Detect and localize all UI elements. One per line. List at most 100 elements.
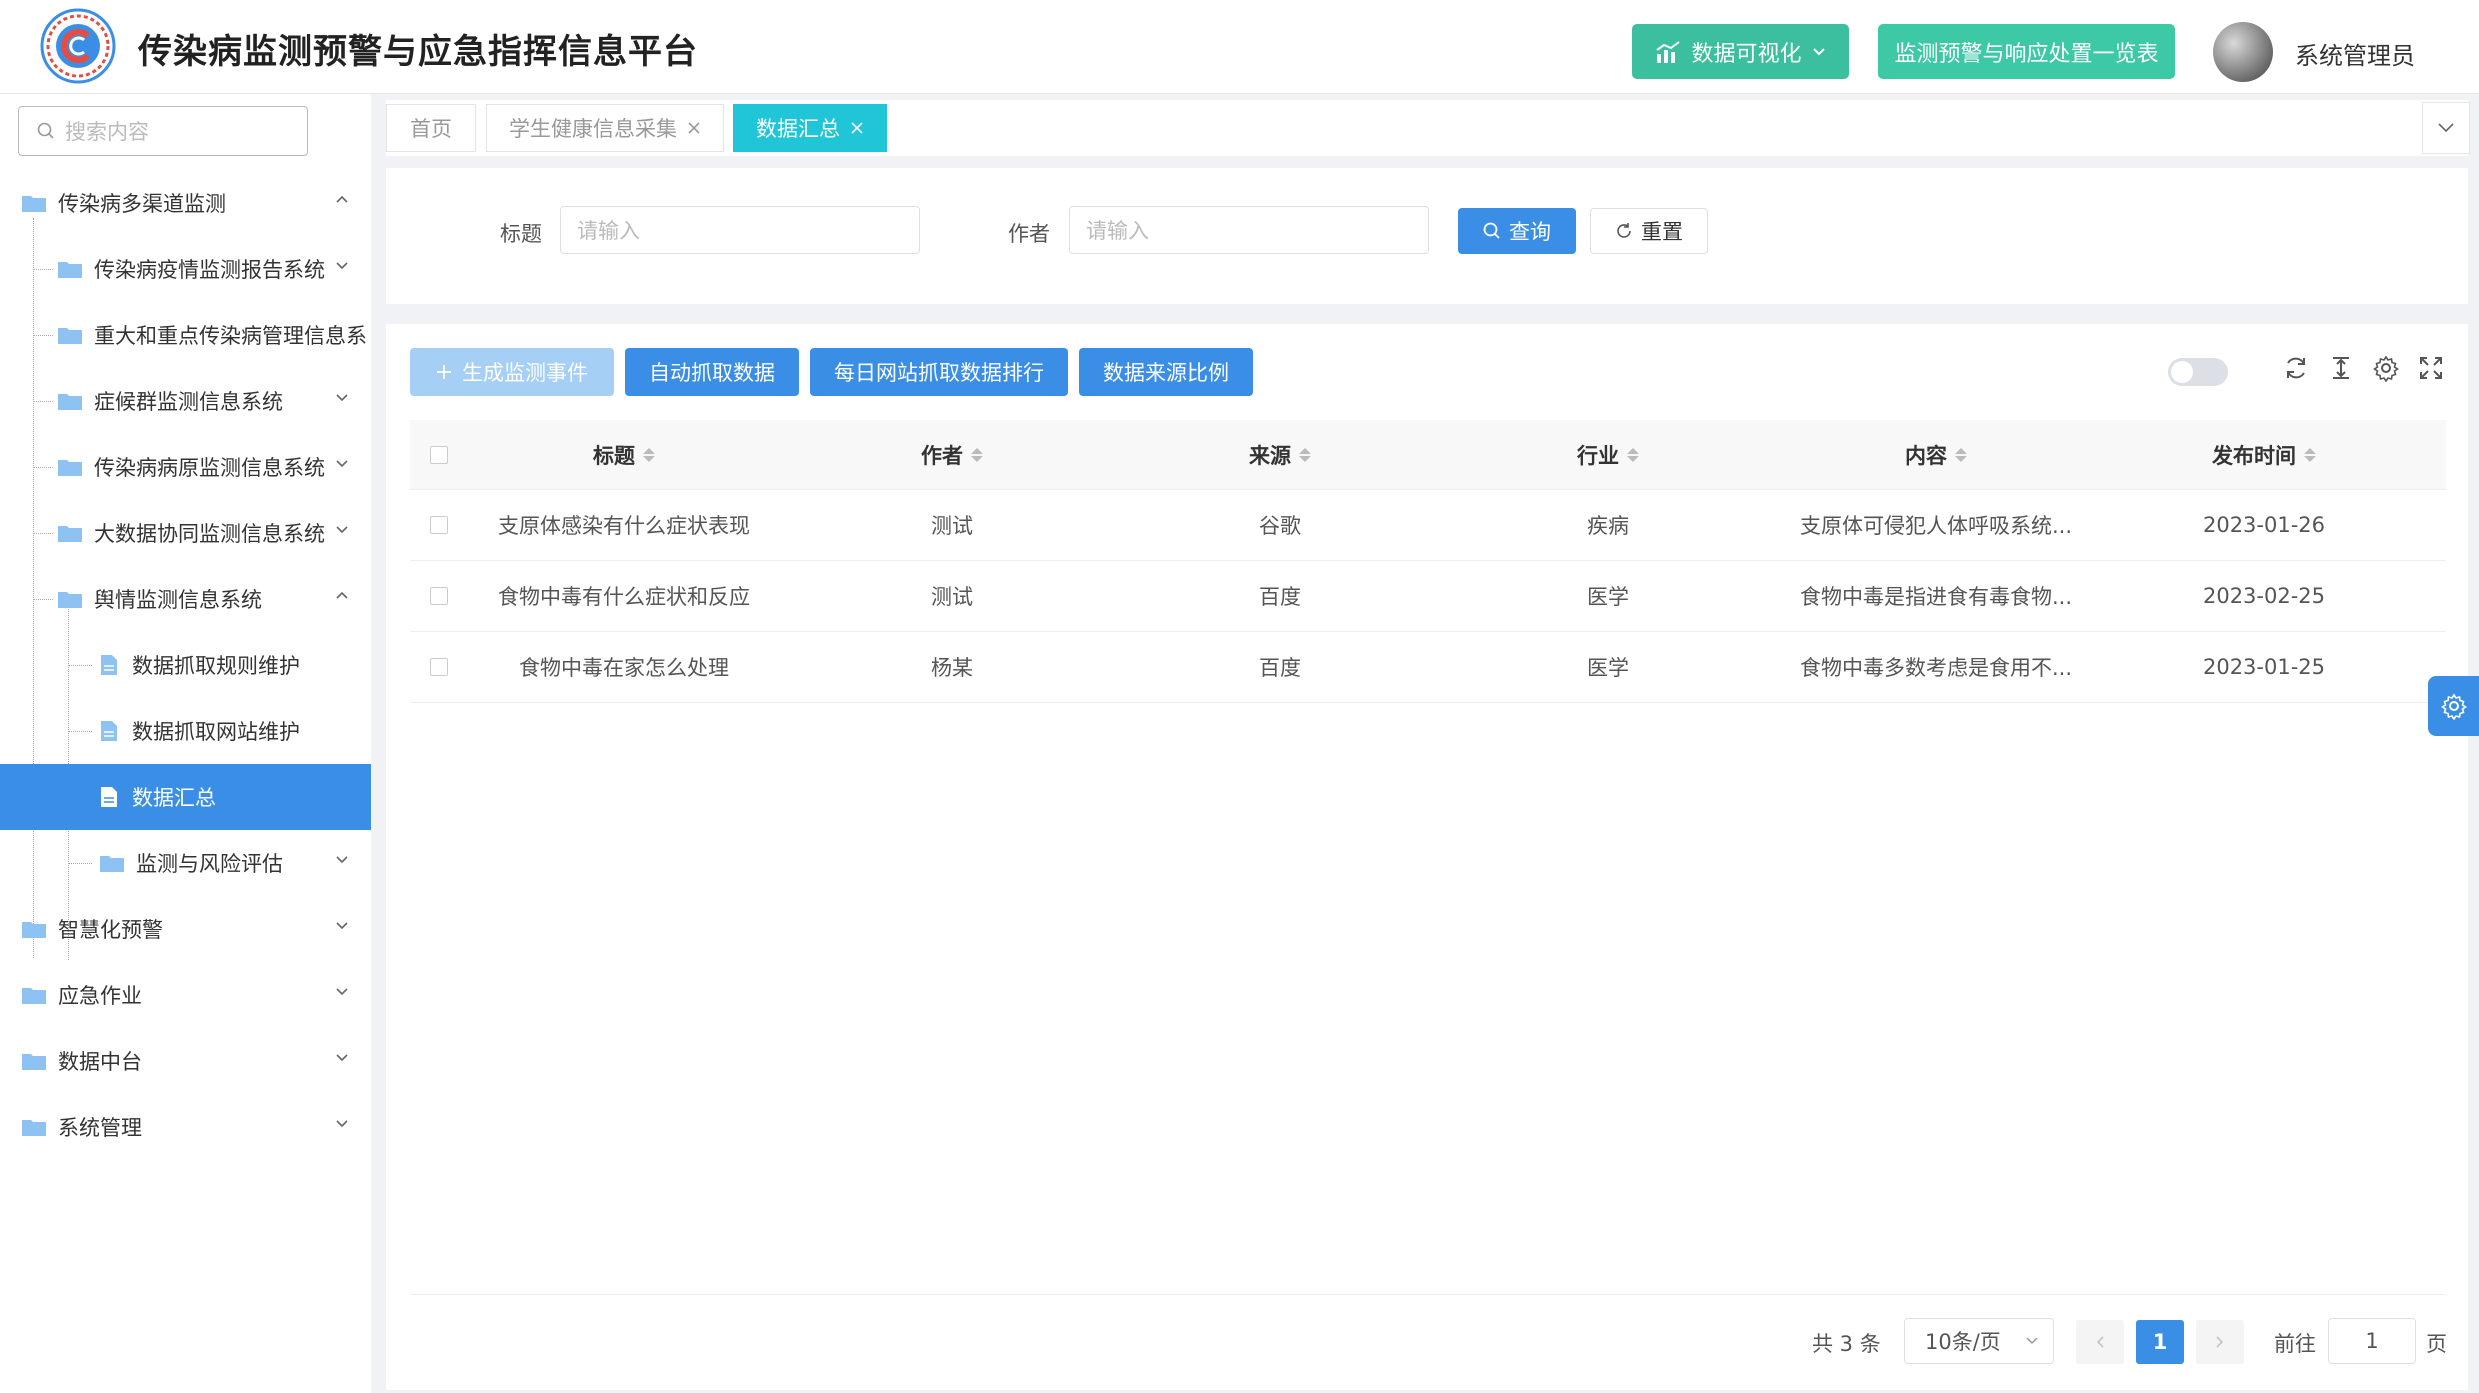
pagination-total: 共 3 条 xyxy=(1812,1332,1881,1356)
page-number-button[interactable]: 1 xyxy=(2136,1320,2184,1364)
sort-icon[interactable] xyxy=(1627,447,1639,462)
settings-icon[interactable] xyxy=(2372,354,2400,382)
document-icon xyxy=(101,721,117,741)
folder-icon xyxy=(22,1120,46,1136)
chevron-down-icon xyxy=(336,262,348,270)
sidebar-item-label: 系统管理 xyxy=(58,1116,142,1140)
floating-settings-button[interactable] xyxy=(2428,676,2479,736)
sidebar-item-fetch-rules[interactable]: 数据抓取规则维护 xyxy=(0,632,371,698)
sidebar: 搜索内容 传染病多渠道监测 传染病疫情监测报告系统 重大和重点传染病管理信息系 … xyxy=(0,94,371,1393)
column-header-author[interactable]: 作者 xyxy=(808,420,1096,489)
sidebar-item-risk-assessment[interactable]: 监测与风险评估 xyxy=(0,830,371,896)
sidebar-item-bigdata-system[interactable]: 大数据协同监测信息系统 xyxy=(0,500,371,566)
folder-icon xyxy=(58,592,82,608)
sort-icon[interactable] xyxy=(971,447,983,462)
column-header-industry[interactable]: 行业 xyxy=(1464,420,1752,489)
sidebar-item-emergency-ops[interactable]: 应急作业 xyxy=(0,962,371,1028)
chevron-down-icon xyxy=(336,922,348,930)
sidebar-item-label: 智慧化预警 xyxy=(58,918,163,942)
sidebar-item-fetch-websites[interactable]: 数据抓取网站维护 xyxy=(0,698,371,764)
search-icon xyxy=(37,122,54,139)
refresh-icon[interactable] xyxy=(2282,354,2310,382)
main-panel: 生成监测事件 自动抓取数据 每日网站抓取数据排行 数据来源比例 标题 作者 来源… xyxy=(386,324,2468,1390)
cell-publish-time: 2023-02-25 xyxy=(2202,584,2326,608)
page-suffix-label: 页 xyxy=(2426,1332,2447,1356)
chevron-down-icon xyxy=(336,856,348,864)
sort-icon[interactable] xyxy=(643,447,655,462)
cell-title: 支原体感染有什么症状表现 xyxy=(498,514,750,538)
cell-title: 食物中毒在家怎么处理 xyxy=(519,656,729,680)
title-field-label: 标题 xyxy=(500,222,542,246)
row-checkbox[interactable] xyxy=(430,516,448,534)
tabs-bar: 首页 学生健康信息采集 数据汇总 xyxy=(386,100,2468,156)
sidebar-item-label: 重大和重点传染病管理信息系 xyxy=(94,324,367,348)
tabs-dropdown-button[interactable] xyxy=(2422,102,2470,154)
tab-data-summary[interactable]: 数据汇总 xyxy=(733,104,887,152)
cell-content: 食物中毒是指进食有毒食物... xyxy=(1799,585,2073,609)
chevron-down-icon xyxy=(336,1120,348,1128)
sidebar-search-input[interactable]: 搜索内容 xyxy=(18,106,308,156)
column-header-source[interactable]: 来源 xyxy=(1136,420,1424,489)
auto-fetch-button[interactable]: 自动抓取数据 xyxy=(625,348,799,396)
sidebar-item-major-disease-system[interactable]: 重大和重点传染病管理信息系 xyxy=(0,302,371,368)
sidebar-item-data-summary[interactable]: 数据汇总 xyxy=(0,764,371,830)
sort-icon[interactable] xyxy=(2304,447,2316,462)
sidebar-item-epidemic-report-system[interactable]: 传染病疫情监测报告系统 xyxy=(0,236,371,302)
sidebar-item-data-platform[interactable]: 数据中台 xyxy=(0,1028,371,1094)
author-field-label: 作者 xyxy=(1008,222,1050,246)
warning-response-button[interactable]: 监测预警与响应处置一览表 xyxy=(1878,24,2175,79)
table-row[interactable]: 支原体感染有什么症状表现 测试 谷歌 疾病 支原体可侵犯人体呼吸系统... 20… xyxy=(410,490,2446,561)
cell-source: 百度 xyxy=(1259,585,1301,609)
chevron-down-icon xyxy=(1812,47,1825,55)
column-header-content[interactable]: 内容 xyxy=(1792,420,2080,489)
prev-page-button[interactable] xyxy=(2076,1320,2124,1364)
column-header-title[interactable]: 标题 xyxy=(480,420,768,489)
table-header: 标题 作者 来源 行业 内容 发布时间 xyxy=(410,420,2446,490)
folder-icon xyxy=(58,526,82,542)
sidebar-item-public-opinion-system[interactable]: 舆情监测信息系统 xyxy=(0,566,371,632)
daily-ranking-button[interactable]: 每日网站抓取数据排行 xyxy=(810,348,1068,396)
chevron-right-icon xyxy=(2216,1336,2224,1348)
sidebar-item-syndrome-system[interactable]: 症候群监测信息系统 xyxy=(0,368,371,434)
table-row[interactable]: 食物中毒有什么症状和反应 测试 百度 医学 食物中毒是指进食有毒食物... 20… xyxy=(410,561,2446,632)
username[interactable]: 系统管理员 xyxy=(2295,36,2415,71)
author-input[interactable]: 请输入 xyxy=(1069,206,1429,254)
sidebar-item-label: 数据汇总 xyxy=(132,786,216,810)
close-icon[interactable] xyxy=(850,121,864,135)
sidebar-item-smart-warning[interactable]: 智慧化预警 xyxy=(0,896,371,962)
sidebar-item-system-management[interactable]: 系统管理 xyxy=(0,1094,371,1160)
folder-icon xyxy=(58,262,82,278)
cell-industry: 疾病 xyxy=(1587,514,1629,538)
data-visualization-button[interactable]: 数据可视化 xyxy=(1632,24,1849,79)
row-checkbox[interactable] xyxy=(430,587,448,605)
generate-event-button[interactable]: 生成监测事件 xyxy=(410,348,614,396)
table-row[interactable]: 食物中毒在家怎么处理 杨某 百度 医学 食物中毒多数考虑是食用不... 2023… xyxy=(410,632,2446,703)
close-icon[interactable] xyxy=(687,121,701,135)
goto-page-input[interactable]: 1 xyxy=(2328,1318,2416,1364)
reset-button[interactable]: 重置 xyxy=(1590,208,1708,254)
tab-student-health[interactable]: 学生健康信息采集 xyxy=(486,104,724,152)
folder-icon xyxy=(22,1054,46,1070)
source-ratio-button[interactable]: 数据来源比例 xyxy=(1079,348,1253,396)
query-button[interactable]: 查询 xyxy=(1458,208,1576,254)
page-size-select[interactable]: 10条/页 xyxy=(1904,1318,2054,1364)
folder-icon xyxy=(22,196,46,212)
logo xyxy=(40,8,116,84)
select-all-checkbox[interactable] xyxy=(430,446,448,464)
tab-home[interactable]: 首页 xyxy=(386,104,476,152)
chevron-down-icon xyxy=(336,988,348,996)
fullscreen-icon[interactable] xyxy=(2417,354,2445,382)
column-height-icon[interactable] xyxy=(2327,354,2355,382)
title-input[interactable]: 请输入 xyxy=(560,206,920,254)
sidebar-item-multichannel-monitoring[interactable]: 传染病多渠道监测 xyxy=(0,170,371,236)
row-checkbox[interactable] xyxy=(430,658,448,676)
column-header-publish-time[interactable]: 发布时间 xyxy=(2120,420,2408,489)
sort-icon[interactable] xyxy=(1299,447,1311,462)
app-title: 传染病监测预警与应急指挥信息平台 xyxy=(138,32,698,72)
toggle-switch[interactable] xyxy=(2168,358,2228,386)
sidebar-item-pathogen-system[interactable]: 传染病病原监测信息系统 xyxy=(0,434,371,500)
avatar[interactable] xyxy=(2213,22,2273,82)
chevron-down-icon xyxy=(336,1054,348,1062)
next-page-button[interactable] xyxy=(2196,1320,2244,1364)
sort-icon[interactable] xyxy=(1955,447,1967,462)
